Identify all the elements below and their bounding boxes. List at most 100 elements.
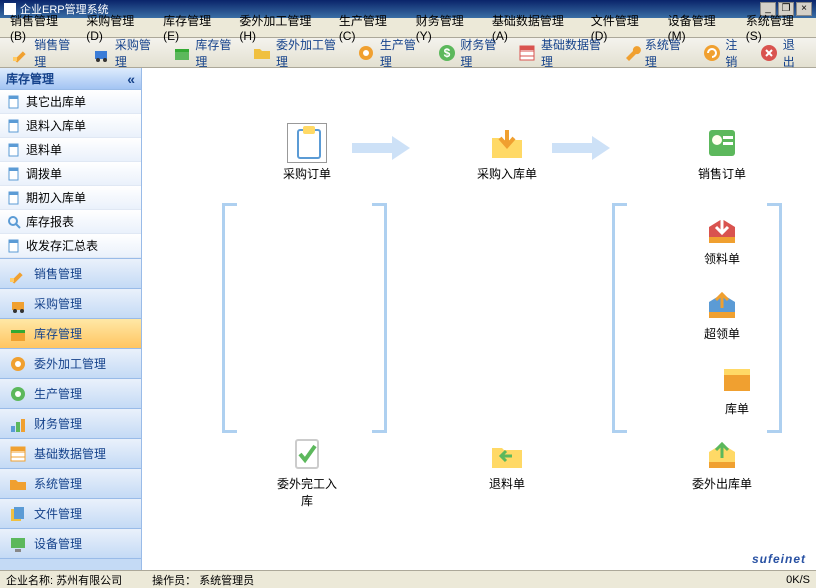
toolbar-button[interactable]: 销售管理 — [6, 34, 85, 72]
flow-node-stor[interactable]: 库单 — [702, 358, 772, 417]
nav-item[interactable]: 生产管理 — [0, 379, 141, 409]
toolbar-button[interactable]: 库存管理 — [167, 34, 246, 72]
tree-item[interactable]: 库存报表 — [0, 210, 141, 234]
flow-node-wxin[interactable]: 委外完工入库 — [272, 433, 342, 509]
doc-icon — [6, 166, 22, 182]
flow-node-ret[interactable]: 退料单 — [472, 433, 542, 492]
doc-icon — [6, 238, 22, 254]
sidebar: 库存管理 « 其它出库单退料入库单退料单调拨单期初入库单库存报表收发存汇总表 销… — [0, 68, 142, 570]
flow-icon — [287, 123, 327, 163]
tree-label: 收发存汇总表 — [26, 237, 98, 254]
box-icon — [8, 324, 28, 344]
toolbar-label: 采购管理 — [115, 36, 161, 70]
chart-icon — [8, 414, 28, 434]
gear-icon — [8, 354, 28, 374]
nav-item[interactable]: 系统管理 — [0, 469, 141, 499]
nav-item[interactable]: 销售管理 — [0, 259, 141, 289]
status-bar: 企业名称: 苏州有限公司 操作员： 系统管理员 0K/S — [0, 570, 816, 588]
nav-label: 库存管理 — [34, 325, 82, 342]
doc-icon — [6, 94, 22, 110]
nav-label: 文件管理 — [34, 505, 82, 522]
tree-label: 期初入库单 — [26, 189, 86, 206]
grid-icon — [8, 444, 28, 464]
flow-node-pi[interactable]: 采购入库单 — [472, 123, 542, 182]
nav-item[interactable]: 文件管理 — [0, 499, 141, 529]
device-icon — [8, 534, 28, 554]
pencil-icon — [8, 264, 28, 284]
nav-label: 基础数据管理 — [34, 445, 106, 462]
nav-label: 设备管理 — [34, 535, 82, 552]
tree-item[interactable]: 期初入库单 — [0, 186, 141, 210]
doc-icon — [6, 190, 22, 206]
toolbar-button[interactable]: $财务管理 — [432, 34, 511, 72]
tree-item[interactable]: 调拨单 — [0, 162, 141, 186]
flow-label: 超领单 — [687, 325, 757, 342]
toolbar-button[interactable]: 退出 — [755, 34, 810, 72]
box-icon — [171, 42, 192, 64]
grid-icon — [517, 42, 538, 64]
flow-label: 采购订单 — [272, 165, 342, 182]
gear2-icon — [8, 384, 28, 404]
flow-node-so[interactable]: 销售订单 — [687, 123, 757, 182]
toolbar-label: 财务管理 — [460, 36, 506, 70]
tree-label: 退料入库单 — [26, 117, 86, 134]
nav-item[interactable]: 财务管理 — [0, 409, 141, 439]
tree-item[interactable]: 其它出库单 — [0, 90, 141, 114]
sidebar-header[interactable]: 库存管理 « — [0, 68, 141, 90]
toolbar-label: 生产管理 — [380, 36, 426, 70]
nav-label: 采购管理 — [34, 295, 82, 312]
dollar-icon: $ — [436, 42, 457, 64]
tree-label: 其它出库单 — [26, 93, 86, 110]
toolbar-button[interactable]: 注销 — [697, 34, 752, 72]
flow-node-po[interactable]: 采购订单 — [272, 123, 342, 182]
toolbar-button[interactable]: 基础数据管理 — [513, 34, 615, 72]
sidebar-tree: 其它出库单退料入库单退料单调拨单期初入库单库存报表收发存汇总表 — [0, 90, 141, 259]
nav-item[interactable]: 委外加工管理 — [0, 349, 141, 379]
toolbar-label: 系统管理 — [645, 36, 691, 70]
speed-label: 0K/S — [786, 574, 810, 586]
flow-icon — [702, 433, 742, 473]
flow-icon — [702, 283, 742, 323]
flow-label: 委外完工入库 — [272, 475, 342, 509]
wrench-icon — [621, 42, 642, 64]
toolbar: 销售管理采购管理库存管理委外加工管理生产管理$财务管理基础数据管理系统管理注销退… — [0, 38, 816, 68]
toolbar-label: 销售管理 — [34, 36, 80, 70]
close-icon — [759, 42, 780, 64]
nav-label: 生产管理 — [34, 385, 82, 402]
nav-item[interactable]: 库存管理 — [0, 319, 141, 349]
nav-item[interactable]: 设备管理 — [0, 529, 141, 559]
toolbar-label: 退出 — [783, 36, 806, 70]
nav-item[interactable]: 基础数据管理 — [0, 439, 141, 469]
cart-icon — [91, 42, 112, 64]
operator-label: 操作员： 系统管理员 — [152, 572, 254, 588]
refresh-icon — [701, 42, 722, 64]
flow-label: 退料单 — [472, 475, 542, 492]
flow-node-wxout[interactable]: 委外出库单 — [687, 433, 757, 492]
toolbar-button[interactable]: 生产管理 — [352, 34, 431, 72]
nav-item[interactable]: 采购管理 — [0, 289, 141, 319]
flow-label: 领料单 — [687, 250, 757, 267]
files-icon — [8, 504, 28, 524]
flow-icon — [702, 208, 742, 248]
flow-node-pick[interactable]: 领料单 — [687, 208, 757, 267]
tree-item[interactable]: 退料单 — [0, 138, 141, 162]
bracket-right — [372, 203, 387, 433]
watermark: sufeinet — [752, 552, 806, 566]
search-icon — [6, 214, 22, 230]
gear-icon — [356, 42, 377, 64]
toolbar-button[interactable]: 系统管理 — [617, 34, 696, 72]
collapse-icon[interactable]: « — [127, 71, 135, 87]
tree-item[interactable]: 退料入库单 — [0, 114, 141, 138]
flow-icon — [487, 123, 527, 163]
company-label: 企业名称: 苏州有限公司 — [6, 572, 122, 588]
bracket-left — [612, 203, 627, 433]
pencil-icon — [10, 42, 31, 64]
tree-item[interactable]: 收发存汇总表 — [0, 234, 141, 258]
status-right: 0K/S — [786, 574, 810, 586]
flow-node-over[interactable]: 超领单 — [687, 283, 757, 342]
toolbar-button[interactable]: 采购管理 — [87, 34, 166, 72]
flow-icon — [717, 358, 757, 398]
toolbar-button[interactable]: 委外加工管理 — [248, 34, 350, 72]
sidebar-title: 库存管理 — [6, 70, 54, 87]
flow-label: 委外出库单 — [687, 475, 757, 492]
